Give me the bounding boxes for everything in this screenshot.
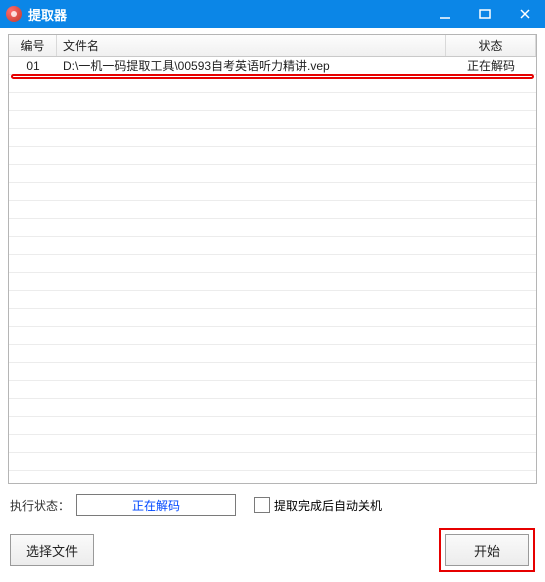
window-title: 提取器 — [28, 5, 67, 24]
status-value: 正在解码 — [132, 497, 180, 514]
file-table: 编号 文件名 状态 01 D:\一机一码提取工具\00593自考英语听力精讲.v… — [8, 34, 537, 484]
table-row-empty — [9, 93, 536, 111]
table-row-empty — [9, 147, 536, 165]
table-header: 编号 文件名 状态 — [9, 35, 536, 57]
table-row-empty — [9, 219, 536, 237]
table-row-empty — [9, 75, 536, 93]
table-row-empty — [9, 417, 536, 435]
start-button-highlight: 开始 — [439, 528, 535, 572]
table-row-empty — [9, 309, 536, 327]
table-row-empty — [9, 237, 536, 255]
table-row-empty — [9, 201, 536, 219]
titlebar: 提取器 — [0, 0, 545, 28]
table-row-empty — [9, 327, 536, 345]
app-icon — [6, 6, 22, 22]
table-row-empty — [9, 291, 536, 309]
table-row-empty — [9, 255, 536, 273]
table-row-empty — [9, 273, 536, 291]
checkbox-icon — [254, 497, 270, 513]
column-header-file[interactable]: 文件名 — [57, 35, 446, 56]
footer: 执行状态： 正在解码 提取完成后自动关机 选择文件 开始 — [8, 484, 537, 574]
table-body: 01 D:\一机一码提取工具\00593自考英语听力精讲.vep 正在解码 — [9, 57, 536, 471]
table-row-empty — [9, 381, 536, 399]
table-row-empty — [9, 363, 536, 381]
table-row-empty — [9, 111, 536, 129]
minimize-button[interactable] — [425, 0, 465, 28]
close-button[interactable] — [505, 0, 545, 28]
table-row-empty — [9, 453, 536, 471]
table-row-empty — [9, 183, 536, 201]
column-header-no[interactable]: 编号 — [9, 35, 57, 56]
shutdown-label: 提取完成后自动关机 — [274, 497, 382, 514]
table-row-empty — [9, 165, 536, 183]
select-file-button[interactable]: 选择文件 — [10, 534, 94, 566]
status-value-box: 正在解码 — [76, 494, 236, 516]
table-row-empty — [9, 345, 536, 363]
table-row-empty — [9, 129, 536, 147]
maximize-button[interactable] — [465, 0, 505, 28]
table-row[interactable]: 01 D:\一机一码提取工具\00593自考英语听力精讲.vep 正在解码 — [9, 57, 536, 75]
cell-no: 01 — [9, 59, 57, 73]
start-button[interactable]: 开始 — [445, 534, 529, 566]
table-row-empty — [9, 435, 536, 453]
status-label: 执行状态： — [10, 497, 70, 514]
column-header-status[interactable]: 状态 — [446, 35, 536, 56]
table-row-empty — [9, 399, 536, 417]
cell-status: 正在解码 — [446, 57, 536, 74]
cell-file: D:\一机一码提取工具\00593自考英语听力精讲.vep — [57, 57, 446, 74]
shutdown-checkbox[interactable]: 提取完成后自动关机 — [254, 497, 382, 514]
